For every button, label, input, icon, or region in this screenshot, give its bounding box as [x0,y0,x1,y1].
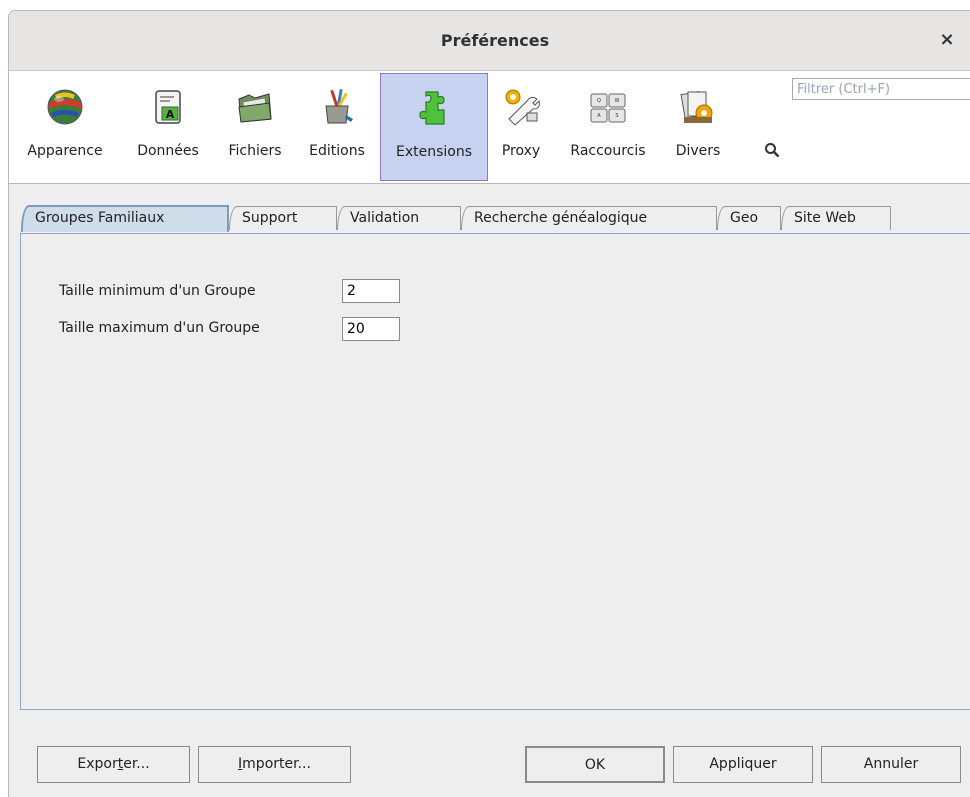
toolbar-label: Extensions [395,144,473,160]
import-button[interactable]: Importer... [198,746,351,783]
svg-text:A: A [597,113,601,119]
toolbar-label: Fichiers [228,143,282,159]
apply-button[interactable]: Appliquer [673,746,813,783]
tab-site-web[interactable]: Site Web [781,206,891,230]
folder-icon [238,93,272,123]
svg-text:W: W [615,98,620,104]
gears-wrench-icon [505,89,540,126]
toolbar-label: Editions [309,143,365,159]
toolbar-extensions[interactable]: Extensions [380,73,488,181]
brushes-pot-icon [325,88,353,124]
toolbar-proxy[interactable]: Proxy [490,73,552,181]
tab-groupes-familiaux[interactable]: Groupes Familiaux [21,205,229,232]
toolbar-editions[interactable]: Editions [297,73,377,181]
tab-support[interactable]: Support [229,206,337,230]
globe-icon [47,89,83,125]
window-title: Préférences [440,31,550,50]
tab-panel-groupes-familiaux: Taille minimum d'un Groupe Taille maximu… [20,233,970,710]
toolbar-raccourcis[interactable]: Q W A S Raccourcis [555,73,661,181]
tab-geo[interactable]: Geo [717,206,781,230]
toolbar-label: Divers [675,143,721,159]
max-size-field[interactable] [342,317,400,341]
import-label-end: mporter... [242,756,311,772]
max-size-label: Taille maximum d'un Groupe [59,320,260,336]
min-size-field[interactable] [342,279,400,303]
tab-validation[interactable]: Validation [337,206,461,230]
title-bar[interactable]: Préférences × [9,11,970,71]
documents-gear-icon [680,91,713,123]
document-a-icon: A [155,90,181,124]
svg-text:A: A [166,108,175,121]
toolbar-label: Raccourcis [570,143,646,159]
export-label-start: Expor [77,756,118,772]
preferences-window: Préférences × Apparence A Données Fichie… [8,10,970,797]
svg-text:Q: Q [597,98,601,104]
toolbar-divers[interactable]: Divers [663,73,733,181]
toolbar-apparence[interactable]: Apparence [9,73,121,181]
filter-input[interactable] [792,78,970,100]
puzzle-piece-icon [419,91,445,125]
ok-button[interactable]: OK [525,746,665,783]
svg-text:S: S [615,113,618,119]
toolbar-label: Proxy [501,143,541,159]
tab-strip: Groupes Familiaux Support Validation Rec… [21,205,941,233]
export-button[interactable]: Exporter... [37,746,190,783]
tab-recherche-genealogique[interactable]: Recherche généalogique [461,206,717,230]
cancel-button[interactable]: Annuler [821,746,961,783]
search-icon [765,143,780,158]
toolbar-donnees[interactable]: A Données [123,73,213,181]
export-label-end: er... [123,756,150,772]
toolbar-label: Données [137,143,199,159]
keyboard-keys-icon: Q W A S [590,93,626,123]
close-icon[interactable]: × [936,29,958,51]
toolbar-fichiers[interactable]: Fichiers [215,73,295,181]
min-size-label: Taille minimum d'un Groupe [59,283,256,299]
toolbar-label: Apparence [27,143,103,159]
